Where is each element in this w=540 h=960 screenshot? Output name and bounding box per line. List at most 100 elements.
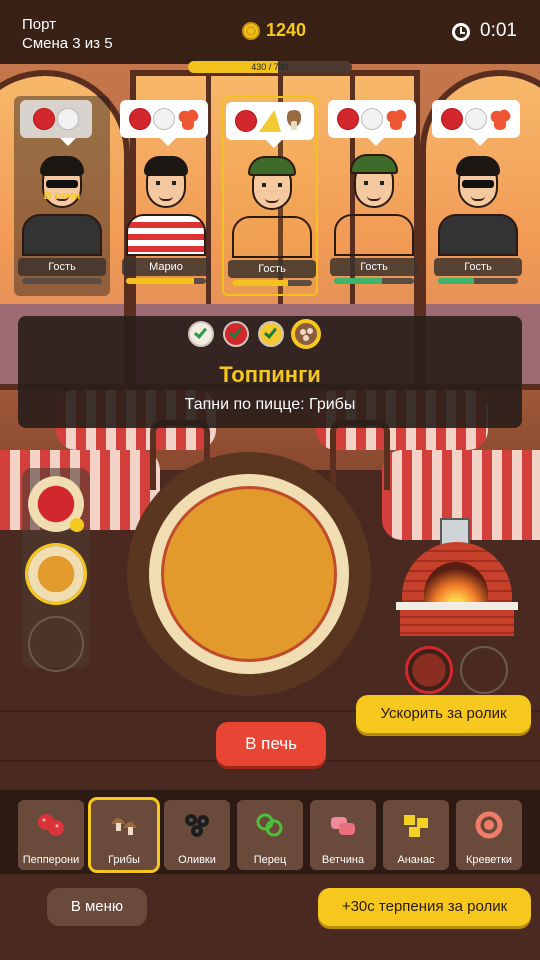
sauce-icon xyxy=(129,108,151,130)
sauce-icon xyxy=(337,108,359,130)
customer-name: Гость xyxy=(330,258,418,276)
oven-slot-occupied[interactable] xyxy=(405,646,453,694)
sauce-tool[interactable] xyxy=(28,476,84,532)
topping-label: Грибы xyxy=(108,854,140,866)
check-badge-icon xyxy=(70,518,84,532)
customer-5[interactable]: Гость xyxy=(430,96,526,296)
topping-mushrooms[interactable]: Грибы xyxy=(91,800,157,870)
cheese-icon xyxy=(153,108,175,130)
order-bubble xyxy=(120,100,208,146)
customer-4[interactable]: Гость xyxy=(326,96,422,296)
location-label: Порт xyxy=(22,16,57,33)
shift-counter: Смена 3 из 5 xyxy=(22,35,113,52)
shift-timer: 0:01 xyxy=(480,20,517,41)
customer-avatar xyxy=(36,154,88,214)
sauce-icon xyxy=(235,110,257,132)
order-bubble xyxy=(226,102,314,148)
cheese-icon xyxy=(361,108,383,130)
coin-balance: 1240 xyxy=(242,20,306,41)
patience-bar xyxy=(22,278,102,284)
customer-status: В печи xyxy=(43,190,81,202)
cheese-tool[interactable] xyxy=(28,546,84,602)
ham-icon xyxy=(331,817,355,835)
patience-fill xyxy=(438,278,474,284)
olive-icon xyxy=(185,814,209,837)
pizza[interactable] xyxy=(161,486,337,662)
customer-3[interactable]: Гость xyxy=(222,96,318,296)
cheese-icon xyxy=(57,108,79,130)
shrimp-icon xyxy=(475,811,503,839)
pepperoni-icon xyxy=(385,108,407,130)
cheese-wedge-icon xyxy=(259,110,281,132)
chair xyxy=(330,420,390,490)
mushroom-icon xyxy=(111,818,137,835)
panel-title: Топпинги xyxy=(219,362,321,387)
topping-shrimp[interactable]: Креветки xyxy=(456,800,522,870)
step-dough-done xyxy=(188,321,214,347)
step-sauce-done xyxy=(223,321,249,347)
order-bubble xyxy=(328,100,416,146)
pepperoni-icon xyxy=(38,814,64,836)
customer-name: Марио xyxy=(122,258,210,276)
patience-bar xyxy=(438,278,518,284)
topping-pineapple[interactable]: Ананас xyxy=(383,800,449,870)
patience-ad-button[interactable]: +30с терпения за ролик xyxy=(318,888,531,926)
coin-amount: 1240 xyxy=(266,20,307,40)
pepperoni-icon xyxy=(177,108,199,130)
sauce-icon xyxy=(33,108,55,130)
order-bubble xyxy=(20,100,92,146)
patience-bar xyxy=(232,280,312,286)
send-to-oven-button[interactable]: В печь xyxy=(216,722,326,766)
customer-avatar xyxy=(246,156,298,216)
topping-label: Ветчина xyxy=(321,854,365,866)
patience-bar xyxy=(126,278,206,284)
topping-olives[interactable]: Оливки xyxy=(164,800,230,870)
customer-avatar xyxy=(348,154,400,214)
instruction-panel: Топпинги Тапни по пицце: Грибы xyxy=(18,316,522,428)
patience-fill xyxy=(126,278,194,284)
pepper-icon xyxy=(256,813,283,837)
pepperoni-icon xyxy=(489,108,511,130)
mushroom-icon xyxy=(283,110,305,132)
check-icon xyxy=(263,325,278,339)
clock-icon xyxy=(452,23,470,41)
empty-tool-slot[interactable] xyxy=(28,616,84,672)
topping-label: Перец xyxy=(253,854,287,866)
patience-fill xyxy=(232,280,288,286)
patience-bar xyxy=(334,278,414,284)
customer-name: Гость xyxy=(18,258,106,276)
oven-slot-empty[interactable] xyxy=(460,646,508,694)
customer-name: Гость xyxy=(434,258,522,276)
check-icon xyxy=(228,325,243,339)
step-toppings-current xyxy=(293,321,319,347)
customer-avatar xyxy=(452,154,504,214)
speed-up-ad-button[interactable]: Ускорить за ролик xyxy=(356,695,531,733)
shift-progress-text: 430 / 780 xyxy=(251,62,289,72)
back-to-menu-button[interactable]: В меню xyxy=(47,888,147,926)
topping-label: Креветки xyxy=(465,854,513,866)
check-icon xyxy=(193,325,208,339)
topping-label: Оливки xyxy=(178,854,216,866)
topping-label: Ананас xyxy=(397,854,435,866)
step-indicators xyxy=(188,321,319,347)
coin-icon xyxy=(242,21,260,40)
topping-pepperoni[interactable]: Пепперони xyxy=(18,800,84,870)
pineapple-icon xyxy=(404,815,428,837)
topping-label: Пепперони xyxy=(22,854,80,866)
base-tools-column xyxy=(22,468,90,672)
sauce-icon xyxy=(441,108,463,130)
panel-hint: Тапни по пицце: Грибы xyxy=(184,396,356,413)
customer-1[interactable]: В печи Гость xyxy=(14,96,110,296)
customer-name: Гость xyxy=(228,260,316,278)
shift-progress-bar: 430 / 780 xyxy=(188,61,352,73)
customer-avatar xyxy=(140,154,192,214)
patience-fill xyxy=(334,278,382,284)
customer-2[interactable]: Марио xyxy=(118,96,214,296)
step-cheese-done xyxy=(258,321,284,347)
topping-ham[interactable]: Ветчина xyxy=(310,800,376,870)
pizza-oven[interactable] xyxy=(396,516,518,636)
cheese-icon xyxy=(465,108,487,130)
topping-bar: Пепперони Грибы Оливки Перец Ветчина Ана… xyxy=(0,790,540,874)
top-hud: Порт Смена 3 из 5 1240 0:01 xyxy=(0,0,540,64)
topping-pepper[interactable]: Перец xyxy=(237,800,303,870)
